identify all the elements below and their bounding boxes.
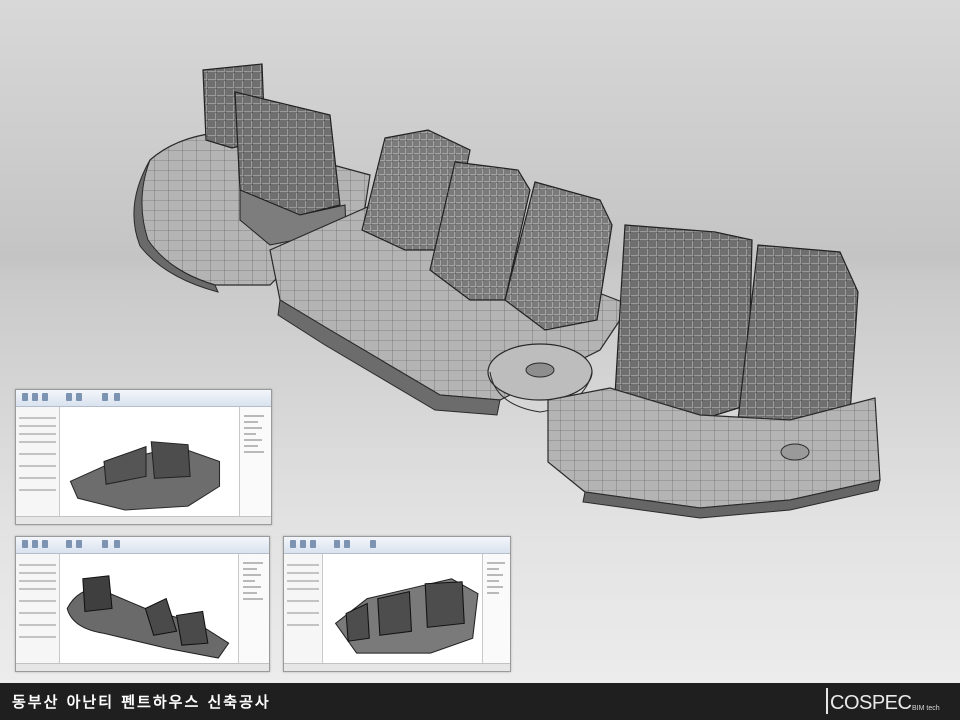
slide-title: 동부산 아난티 펜트하우스 신축공사	[12, 693, 271, 711]
revit-screenshot-model-view-3	[283, 536, 511, 672]
footer-bar: 동부산 아난티 펜트하우스 신축공사	[0, 683, 960, 720]
revit-screenshot-model-view-2	[15, 536, 270, 672]
revit-screenshot-model-view-1	[15, 389, 272, 525]
cospec-logo: COSPEC BIM tech	[826, 686, 956, 716]
slide-canvas: 동부산 아난티 펜트하우스 신축공사 COSPEC BIM tech	[0, 0, 960, 720]
logo-subtitle: BIM tech	[912, 705, 940, 712]
logo-bar-icon	[826, 688, 828, 714]
logo-text: COSPEC	[830, 692, 912, 714]
